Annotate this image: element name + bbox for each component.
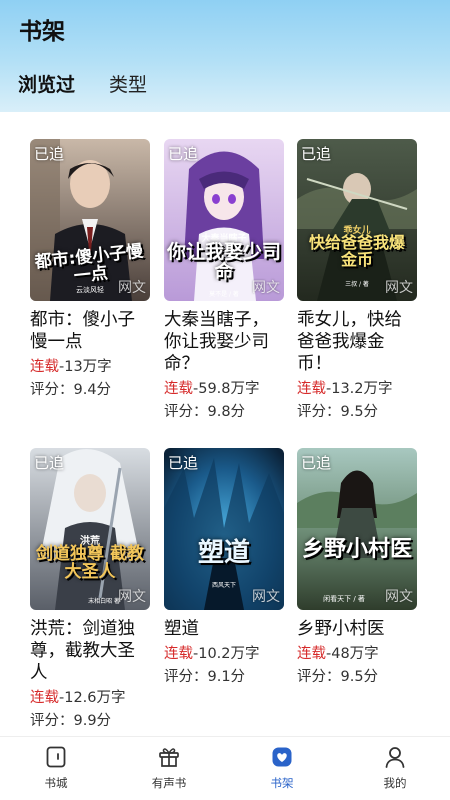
rating: 评分：9.1分 bbox=[164, 669, 246, 685]
nav-label: 我的 bbox=[383, 776, 407, 790]
book-meta: 连载-12.6万字 评分：9.9分 bbox=[30, 687, 152, 733]
book-title: 塑道 bbox=[164, 619, 199, 639]
watermark: 网文 bbox=[252, 280, 280, 296]
book-cover[interactable]: 乡野小村医 闲看天下 / 著 已追 网文 bbox=[297, 448, 417, 610]
book-cover[interactable]: 都市:傻小子慢一点 云淡风轻 已追 网文 bbox=[30, 139, 150, 301]
word-count: -13.2万字 bbox=[326, 381, 393, 397]
cover-title: 乡野小村医 bbox=[301, 537, 412, 562]
bookshelf-content[interactable]: 都市:傻小子慢一点 云淡风轻 已追 网文 都市：傻小子 慢一点 连载-13万字 … bbox=[0, 112, 450, 736]
rating: 评分：9.8分 bbox=[164, 404, 246, 420]
watermark: 网文 bbox=[385, 280, 413, 296]
book-title: 乡野小村医 bbox=[297, 619, 385, 639]
serial-status: 连载 bbox=[297, 646, 326, 662]
followed-badge: 已追 bbox=[34, 145, 65, 163]
word-count: -59.8万字 bbox=[193, 381, 260, 397]
watermark: 网文 bbox=[118, 589, 146, 605]
book-meta: 连载-48万字 评分：9.5分 bbox=[297, 643, 419, 689]
nav-label: 书架 bbox=[270, 776, 294, 790]
serial-status: 连载 bbox=[164, 646, 193, 662]
followed-badge: 已追 bbox=[34, 454, 65, 472]
word-count: -12.6万字 bbox=[59, 690, 126, 706]
nav-profile[interactable]: 我的 bbox=[355, 745, 435, 791]
word-count: -10.2万字 bbox=[193, 646, 260, 662]
rating: 评分：9.5分 bbox=[297, 404, 379, 420]
serial-status: 连载 bbox=[30, 690, 59, 706]
tab-browsed[interactable]: 浏览过 bbox=[18, 70, 75, 97]
cover-title: 快给爸爸我爆金币 bbox=[308, 233, 405, 269]
book-cover[interactable]: 大秦当瞎子 你让我娶少司命 莫不是 / 著 已追 网文 bbox=[164, 139, 284, 301]
book-title: 乖女儿，快给 爸爸我爆金 币！ bbox=[297, 310, 402, 374]
watermark: 网文 bbox=[118, 280, 146, 296]
cover-title: 塑道 bbox=[197, 538, 250, 568]
book-card[interactable]: 大秦当瞎子 你让我娶少司命 莫不是 / 著 已追 网文 大秦当瞎子， 你让我娶少… bbox=[164, 139, 286, 424]
book-title: 洪荒：剑道独 尊，截教大圣 人 bbox=[30, 619, 135, 683]
followed-badge: 已追 bbox=[301, 145, 332, 163]
tab-genre[interactable]: 类型 bbox=[109, 70, 147, 97]
book-card[interactable]: 乡野小村医 闲看天下 / 著 已追 网文 乡野小村医 连载-48万字 评分：9.… bbox=[297, 448, 419, 689]
book-cover[interactable]: 洪荒 剑道独尊 截教大圣人 末相白昭 著 已追 网文 bbox=[30, 448, 150, 610]
rating: 评分：9.5分 bbox=[297, 669, 379, 685]
cover-title: 剑道独尊 截教大圣人 bbox=[36, 544, 144, 582]
followed-badge: 已追 bbox=[168, 454, 199, 472]
book-meta: 连载-13万字 评分：9.4分 bbox=[30, 356, 152, 402]
word-count: -48万字 bbox=[326, 646, 379, 662]
book-card[interactable]: 乖女儿 快给爸爸我爆金币 三叔 / 著 已追 网文 乖女儿，快给 爸爸我爆金 币… bbox=[297, 139, 419, 424]
rating: 评分：9.9分 bbox=[30, 713, 112, 729]
page-title: 书架 bbox=[19, 19, 65, 45]
watermark: 网文 bbox=[385, 589, 413, 605]
book-cover[interactable]: 塑道 西风天下 已追 网文 bbox=[164, 448, 284, 610]
tab-bar: 浏览过 类型 bbox=[18, 70, 181, 97]
nav-bookstore[interactable]: 书城 bbox=[16, 745, 96, 791]
nav-label: 书城 bbox=[44, 776, 68, 790]
serial-status: 连载 bbox=[30, 359, 59, 375]
book-meta: 连载-13.2万字 评分：9.5分 bbox=[297, 378, 419, 424]
bottom-nav: 书城 有声书 书架 我的 bbox=[0, 736, 450, 800]
word-count: -13万字 bbox=[59, 359, 112, 375]
bookstore-icon bbox=[46, 746, 66, 768]
nav-label: 有声书 bbox=[151, 776, 187, 790]
book-title: 都市：傻小子 慢一点 bbox=[30, 310, 135, 352]
nav-bookshelf[interactable]: 书架 bbox=[242, 745, 322, 791]
rating: 评分：9.4分 bbox=[30, 382, 112, 398]
book-meta: 连载-10.2万字 评分：9.1分 bbox=[164, 643, 286, 689]
header: 书架 浏览过 类型 bbox=[0, 0, 450, 112]
book-card[interactable]: 塑道 西风天下 已追 网文 塑道 连载-10.2万字 评分：9.1分 bbox=[164, 448, 286, 689]
followed-badge: 已追 bbox=[168, 145, 199, 163]
book-title: 大秦当瞎子， 你让我娶少司 命？ bbox=[164, 310, 269, 374]
audiobook-icon bbox=[159, 748, 179, 767]
profile-icon bbox=[385, 747, 405, 768]
book-cover[interactable]: 乖女儿 快给爸爸我爆金币 三叔 / 著 已追 网文 bbox=[297, 139, 417, 301]
book-card[interactable]: 洪荒 剑道独尊 截教大圣人 末相白昭 著 已追 网文 洪荒：剑道独 尊，截教大圣… bbox=[30, 448, 152, 733]
serial-status: 连载 bbox=[164, 381, 193, 397]
nav-audiobook[interactable]: 有声书 bbox=[129, 745, 209, 791]
serial-status: 连载 bbox=[297, 381, 326, 397]
bookshelf-icon bbox=[272, 747, 292, 767]
watermark: 网文 bbox=[252, 589, 280, 605]
followed-badge: 已追 bbox=[301, 454, 332, 472]
book-card[interactable]: 都市:傻小子慢一点 云淡风轻 已追 网文 都市：傻小子 慢一点 连载-13万字 … bbox=[30, 139, 152, 402]
book-meta: 连载-59.8万字 评分：9.8分 bbox=[164, 378, 286, 424]
